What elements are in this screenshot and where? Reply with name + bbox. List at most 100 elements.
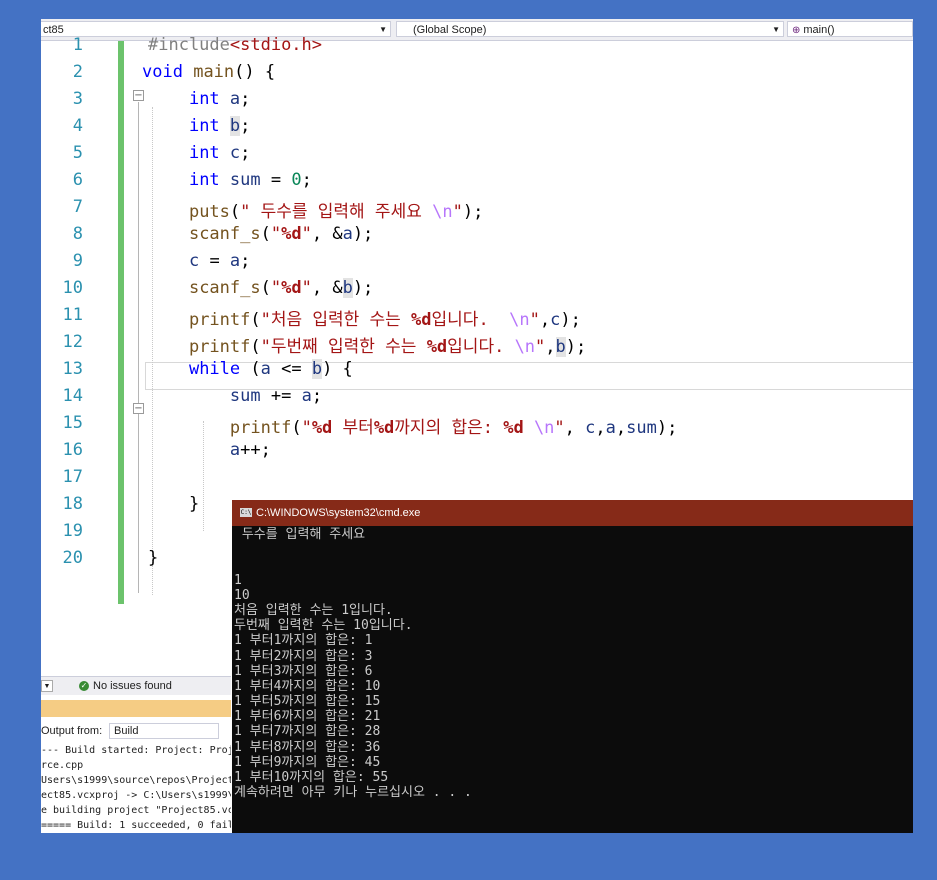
variable: a (229, 440, 241, 460)
output-panel-title (41, 700, 231, 717)
console-title-bar[interactable]: C:\ C:\WINDOWS\system32\cmd.exe (232, 500, 913, 526)
output-line: --- Build started: Project: Project85 (41, 745, 231, 756)
output-source-value: Build (114, 725, 139, 737)
change-indicator-bar (118, 41, 124, 604)
member-dropdown[interactable]: ⊕ main() (787, 21, 913, 37)
line-number: 15 (62, 413, 83, 433)
variable: b (555, 337, 566, 357)
console-window: C:\ C:\WINDOWS\system32\cmd.exe 두수를 입력해 … (232, 500, 913, 833)
line-number: 2 (72, 62, 83, 82)
code-line-10: scanf_s("%d", &b); (188, 278, 374, 298)
console-line: 두번째 입력한 수는 10입니다. (234, 618, 413, 634)
string: " 두수를 입력해 주세요 \n" (240, 202, 463, 222)
variable: a (605, 418, 616, 438)
variable: a (301, 386, 312, 406)
keyword: int (188, 170, 220, 190)
console-line: 1 부터10까지의 합은: 55 (234, 770, 389, 785)
code-line-16: a++; (229, 440, 271, 460)
collapse-while-icon[interactable]: − (133, 403, 144, 414)
output-source-select[interactable]: Build (109, 723, 219, 739)
line-number: 20 (62, 548, 83, 568)
chevron-down-icon: ▼ (772, 25, 780, 34)
cube-icon: ⊕ (792, 25, 801, 36)
keyword: while (188, 359, 241, 379)
line-number: 11 (62, 305, 83, 325)
code-line-12: printf("두번째 입력한 수는 %d입니다. \n",b); (188, 337, 587, 357)
console-line: 1 부터1까지의 합은: 1 (234, 633, 373, 649)
variable: a (229, 251, 241, 271)
keyword: void (142, 62, 183, 82)
line-number: 17 (62, 467, 83, 487)
variable: a (229, 89, 241, 109)
code-line-13: while (a <= b) { (188, 359, 353, 379)
console-line: 1 부터3까지의 합은: 6 (234, 663, 373, 679)
scope-label: (Global Scope) (413, 24, 487, 36)
output-line: ===== Build: 1 succeeded, 0 failed (41, 820, 231, 831)
chevron-down-icon[interactable]: ▼ (41, 680, 53, 692)
variable: sum (229, 170, 261, 190)
string: "%d" (270, 224, 312, 244)
console-line: 1 부터4까지의 합은: 10 (234, 678, 381, 694)
format-specifier: %d (281, 224, 302, 244)
member-label: main() (803, 24, 835, 36)
output-text: --- Build started: Project: Project85 rce… (41, 743, 231, 833)
output-line: rce.cpp (41, 760, 84, 771)
format-specifier: %d (503, 418, 524, 438)
string: "%d" (270, 278, 312, 298)
code-line-5: int c; (188, 143, 251, 163)
output-line: Users\s1999\source\repos\Project85 (41, 775, 231, 786)
line-number: 7 (72, 197, 83, 217)
fold-line (138, 415, 139, 563)
function-name: printf (188, 310, 251, 330)
line-number: 9 (72, 251, 83, 271)
variable: b (311, 359, 323, 379)
line-number: 8 (72, 224, 83, 244)
console-line: 두수를 입력해 주세요 (234, 527, 366, 542)
console-line: 10 (234, 587, 250, 603)
line-number: 4 (72, 116, 83, 136)
scope-dropdown[interactable]: (Global Scope) ▼ (396, 21, 784, 37)
line-number: 16 (62, 440, 83, 460)
issues-text: No issues found (93, 680, 172, 692)
variable: a (342, 224, 353, 244)
function-name: main (193, 62, 235, 82)
code-line-7: puts(" 두수를 입력해 주세요 \n"); (188, 202, 484, 222)
variable: a (260, 359, 271, 379)
console-icon: C:\ (240, 508, 252, 517)
console-line: 1 부터9까지의 합은: 45 (234, 754, 381, 770)
line-number: 13 (62, 359, 83, 379)
line-number: 19 (62, 521, 83, 541)
console-line: 처음 입력한 수는 1입니다. (234, 602, 393, 618)
console-title: C:\WINDOWS\system32\cmd.exe (256, 507, 421, 519)
keyword: int (188, 143, 220, 163)
console-line: 계속하려면 아무 키나 누르십시오 . . . (234, 785, 472, 801)
code-line-3: int a; (188, 89, 251, 109)
keyword: int (188, 89, 220, 109)
string: "처음 입력한 수는 %d입니다. \n" (260, 310, 540, 330)
issues-status-bar: ▼ ✓ No issues found (41, 676, 231, 695)
line-number: 6 (72, 170, 83, 190)
escape-sequence: \n (533, 418, 555, 438)
function-name: scanf_s (188, 278, 261, 298)
code-line-9: c = a; (188, 251, 251, 271)
code-line-14: sum += a; (229, 386, 323, 406)
variable: sum (229, 386, 261, 406)
variable: c (188, 251, 200, 271)
line-number: 10 (62, 278, 83, 298)
code-line-8: scanf_s("%d", &a); (188, 224, 374, 244)
variable: b (229, 116, 241, 136)
line-number: 5 (72, 143, 83, 163)
number: 0 (291, 170, 302, 190)
keyword: int (188, 116, 220, 136)
output-line: ect85.vcxproj -> C:\Users\s1999\s (41, 790, 231, 801)
collapse-main-icon[interactable]: − (133, 90, 144, 101)
function-name: printf (188, 337, 251, 357)
function-name: printf (229, 418, 292, 438)
include-path: <stdio.h> (229, 35, 323, 55)
console-line: 1 부터6까지의 합은: 21 (234, 709, 381, 725)
code-line-18: } (148, 494, 200, 514)
code-line-20: } (148, 548, 159, 568)
variable: c (585, 418, 596, 438)
